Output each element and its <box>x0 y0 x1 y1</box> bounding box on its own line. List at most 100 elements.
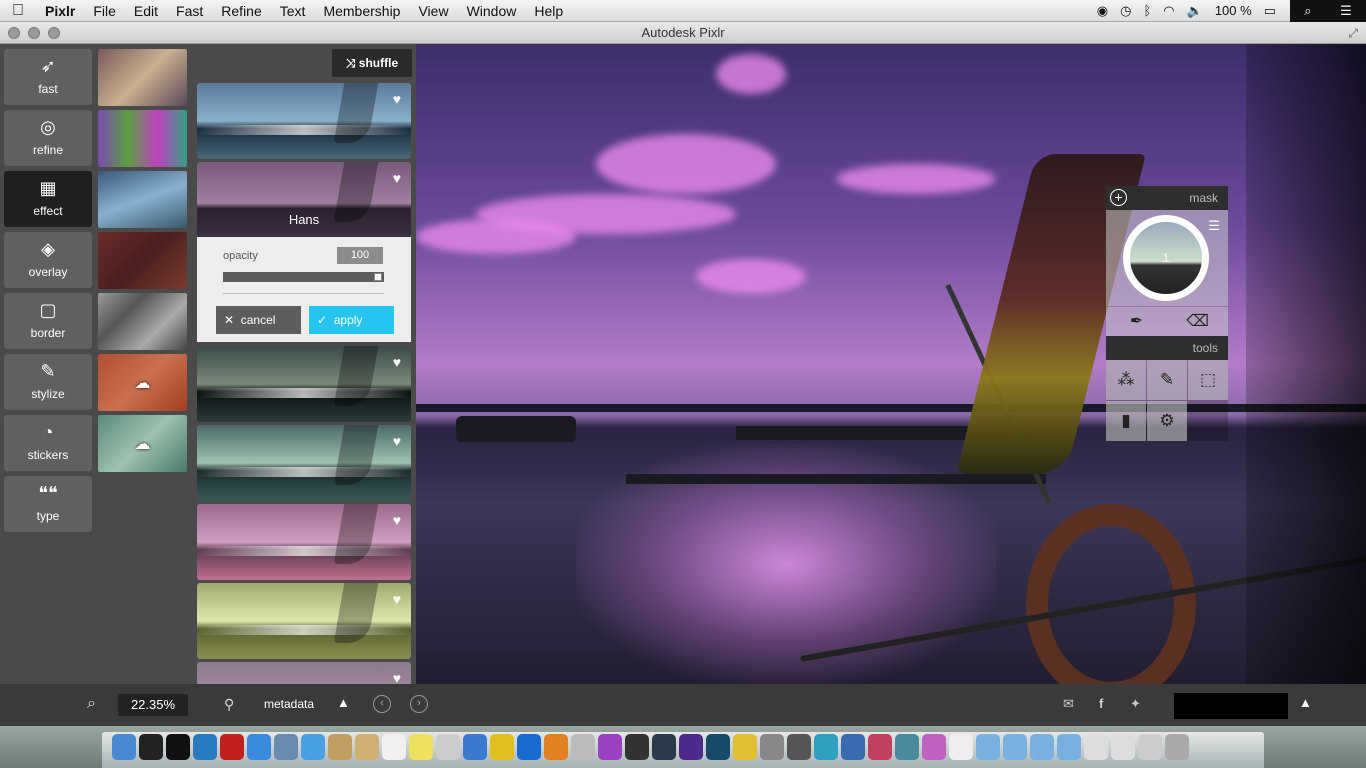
heart-icon[interactable]: ♥ <box>393 91 401 107</box>
opacity-value[interactable]: 100 <box>337 247 383 264</box>
layer-menu-icon[interactable]: ☰ <box>1208 218 1220 234</box>
tool-type[interactable]: ❝❝ type <box>4 476 92 532</box>
heart-icon[interactable]: ♥ <box>393 433 401 449</box>
heart-icon[interactable]: ♥ <box>393 512 401 528</box>
menu-file[interactable]: File <box>84 0 125 22</box>
filezilla-icon[interactable] <box>220 734 244 760</box>
document-icon[interactable] <box>1138 734 1162 760</box>
app-icon[interactable] <box>571 734 595 760</box>
terminal-icon[interactable] <box>139 734 163 760</box>
effect-tile-selected[interactable]: ♥ Hans <box>197 162 411 237</box>
opacity-slider-handle[interactable] <box>374 273 382 281</box>
app-c-icon[interactable] <box>166 734 190 760</box>
facebook-share-icon[interactable]: f <box>1099 696 1103 711</box>
app-icon[interactable] <box>760 734 784 760</box>
mail-icon[interactable] <box>328 734 352 760</box>
previous-arrow-icon[interactable]: ‹ <box>373 695 391 713</box>
eraser-icon[interactable]: ⌫ <box>1167 307 1228 336</box>
spotlight-search-icon[interactable]: ⌕ <box>1298 3 1317 19</box>
contacts-icon[interactable] <box>355 734 379 760</box>
menu-text[interactable]: Text <box>271 0 315 22</box>
apply-button[interactable]: ✓ apply <box>309 306 394 334</box>
notification-list-icon[interactable]: ☰ <box>1334 3 1358 19</box>
menu-edit[interactable]: Edit <box>125 0 167 22</box>
mask-layer-thumbnail[interactable]: 1 <box>1123 215 1209 301</box>
battery-label[interactable]: 100 % <box>1209 3 1258 18</box>
twitter-share-icon[interactable]: ✦ <box>1130 696 1141 712</box>
menu-membership[interactable]: Membership <box>314 0 409 22</box>
tool-effect[interactable]: ▦ effect <box>4 171 92 227</box>
app-icon[interactable] <box>598 734 622 760</box>
effect-tile[interactable]: ♥ <box>197 662 411 684</box>
add-mask-icon[interactable]: + <box>1110 189 1127 206</box>
chevron-up-icon[interactable]: ▲ <box>337 695 350 710</box>
itunes-icon[interactable] <box>463 734 487 760</box>
tool-border[interactable]: ▢ border <box>4 293 92 349</box>
app-icon[interactable] <box>544 734 568 760</box>
opacity-slider[interactable] <box>223 272 384 282</box>
app-icon[interactable] <box>841 734 865 760</box>
heart-icon[interactable]: ♥ <box>393 670 401 684</box>
zoom-window-button[interactable] <box>48 27 60 39</box>
heart-icon[interactable]: ♥ <box>393 354 401 370</box>
app-icon[interactable] <box>949 734 973 760</box>
bluetooth-icon[interactable]: ᛒ <box>1137 3 1157 18</box>
close-window-button[interactable] <box>8 27 20 39</box>
document-icon[interactable] <box>1111 734 1135 760</box>
zoom-level[interactable]: 22.35% <box>118 694 188 716</box>
calendar-icon[interactable] <box>382 734 406 760</box>
dropbox-icon[interactable] <box>247 734 271 760</box>
menu-view[interactable]: View <box>409 0 457 22</box>
minimize-window-button[interactable] <box>28 27 40 39</box>
document-icon[interactable] <box>1084 734 1108 760</box>
effect-tile[interactable]: ♥ <box>197 504 411 580</box>
category-thumb[interactable]: ☁ <box>98 415 187 472</box>
apple-logo-icon[interactable]:  <box>0 2 36 20</box>
feather-icon[interactable]: ✒ <box>1106 307 1167 336</box>
effect-tile[interactable]: ♥ <box>197 83 411 159</box>
app-icon[interactable] <box>814 734 838 760</box>
category-thumb[interactable]: ☁ <box>98 354 187 411</box>
menu-window[interactable]: Window <box>458 0 526 22</box>
marquee-select-icon[interactable]: ⬚ <box>1188 360 1228 400</box>
app-icon[interactable] <box>787 734 811 760</box>
downloads-folder-icon[interactable] <box>1030 734 1054 760</box>
metadata-icon[interactable]: ⚲ <box>224 696 234 713</box>
tool-stylize[interactable]: ✎ stylize <box>4 354 92 410</box>
category-thumb[interactable] <box>98 171 187 228</box>
app-icon[interactable] <box>868 734 892 760</box>
camera-icon[interactable] <box>625 734 649 760</box>
effect-tile[interactable]: ♥ <box>197 583 411 659</box>
category-thumb[interactable] <box>98 49 187 106</box>
chevron-up-icon[interactable]: ▲ <box>1299 695 1312 710</box>
next-arrow-icon[interactable]: › <box>410 695 428 713</box>
email-share-icon[interactable]: ✉ <box>1063 696 1074 712</box>
wifi-icon[interactable]: ◠ <box>1157 3 1180 19</box>
notes-icon[interactable] <box>409 734 433 760</box>
word-icon[interactable] <box>517 734 541 760</box>
menu-refine[interactable]: Refine <box>212 0 270 22</box>
status-app-icon[interactable]: ◉ <box>1091 3 1114 19</box>
brush-icon[interactable]: ✎ <box>1147 360 1187 400</box>
tool-refine[interactable]: ◎ refine <box>4 110 92 166</box>
category-thumb[interactable] <box>98 232 187 289</box>
lightroom-icon[interactable] <box>652 734 676 760</box>
teamviewer-icon[interactable] <box>193 734 217 760</box>
heart-icon[interactable]: ♥ <box>393 591 401 607</box>
save-area[interactable] <box>1174 693 1288 719</box>
preview-icon[interactable] <box>274 734 298 760</box>
time-machine-icon[interactable]: ◷ <box>1114 3 1137 19</box>
gradient-icon[interactable]: ▮ <box>1106 401 1146 441</box>
category-thumb[interactable] <box>98 110 187 167</box>
tool-overlay[interactable]: ◈ overlay <box>4 232 92 288</box>
magic-wand-icon[interactable]: ⁂ <box>1106 360 1146 400</box>
folder-icon[interactable] <box>1003 734 1027 760</box>
menu-help[interactable]: Help <box>525 0 572 22</box>
effect-tile[interactable]: ♥ <box>197 425 411 501</box>
app-icon[interactable] <box>706 734 730 760</box>
safari-icon[interactable] <box>301 734 325 760</box>
menu-pixlr[interactable]: Pixlr <box>36 0 84 22</box>
finder-icon[interactable] <box>112 734 136 760</box>
zoom-search-icon[interactable]: ⌕ <box>87 695 96 713</box>
app-icon[interactable] <box>490 734 514 760</box>
